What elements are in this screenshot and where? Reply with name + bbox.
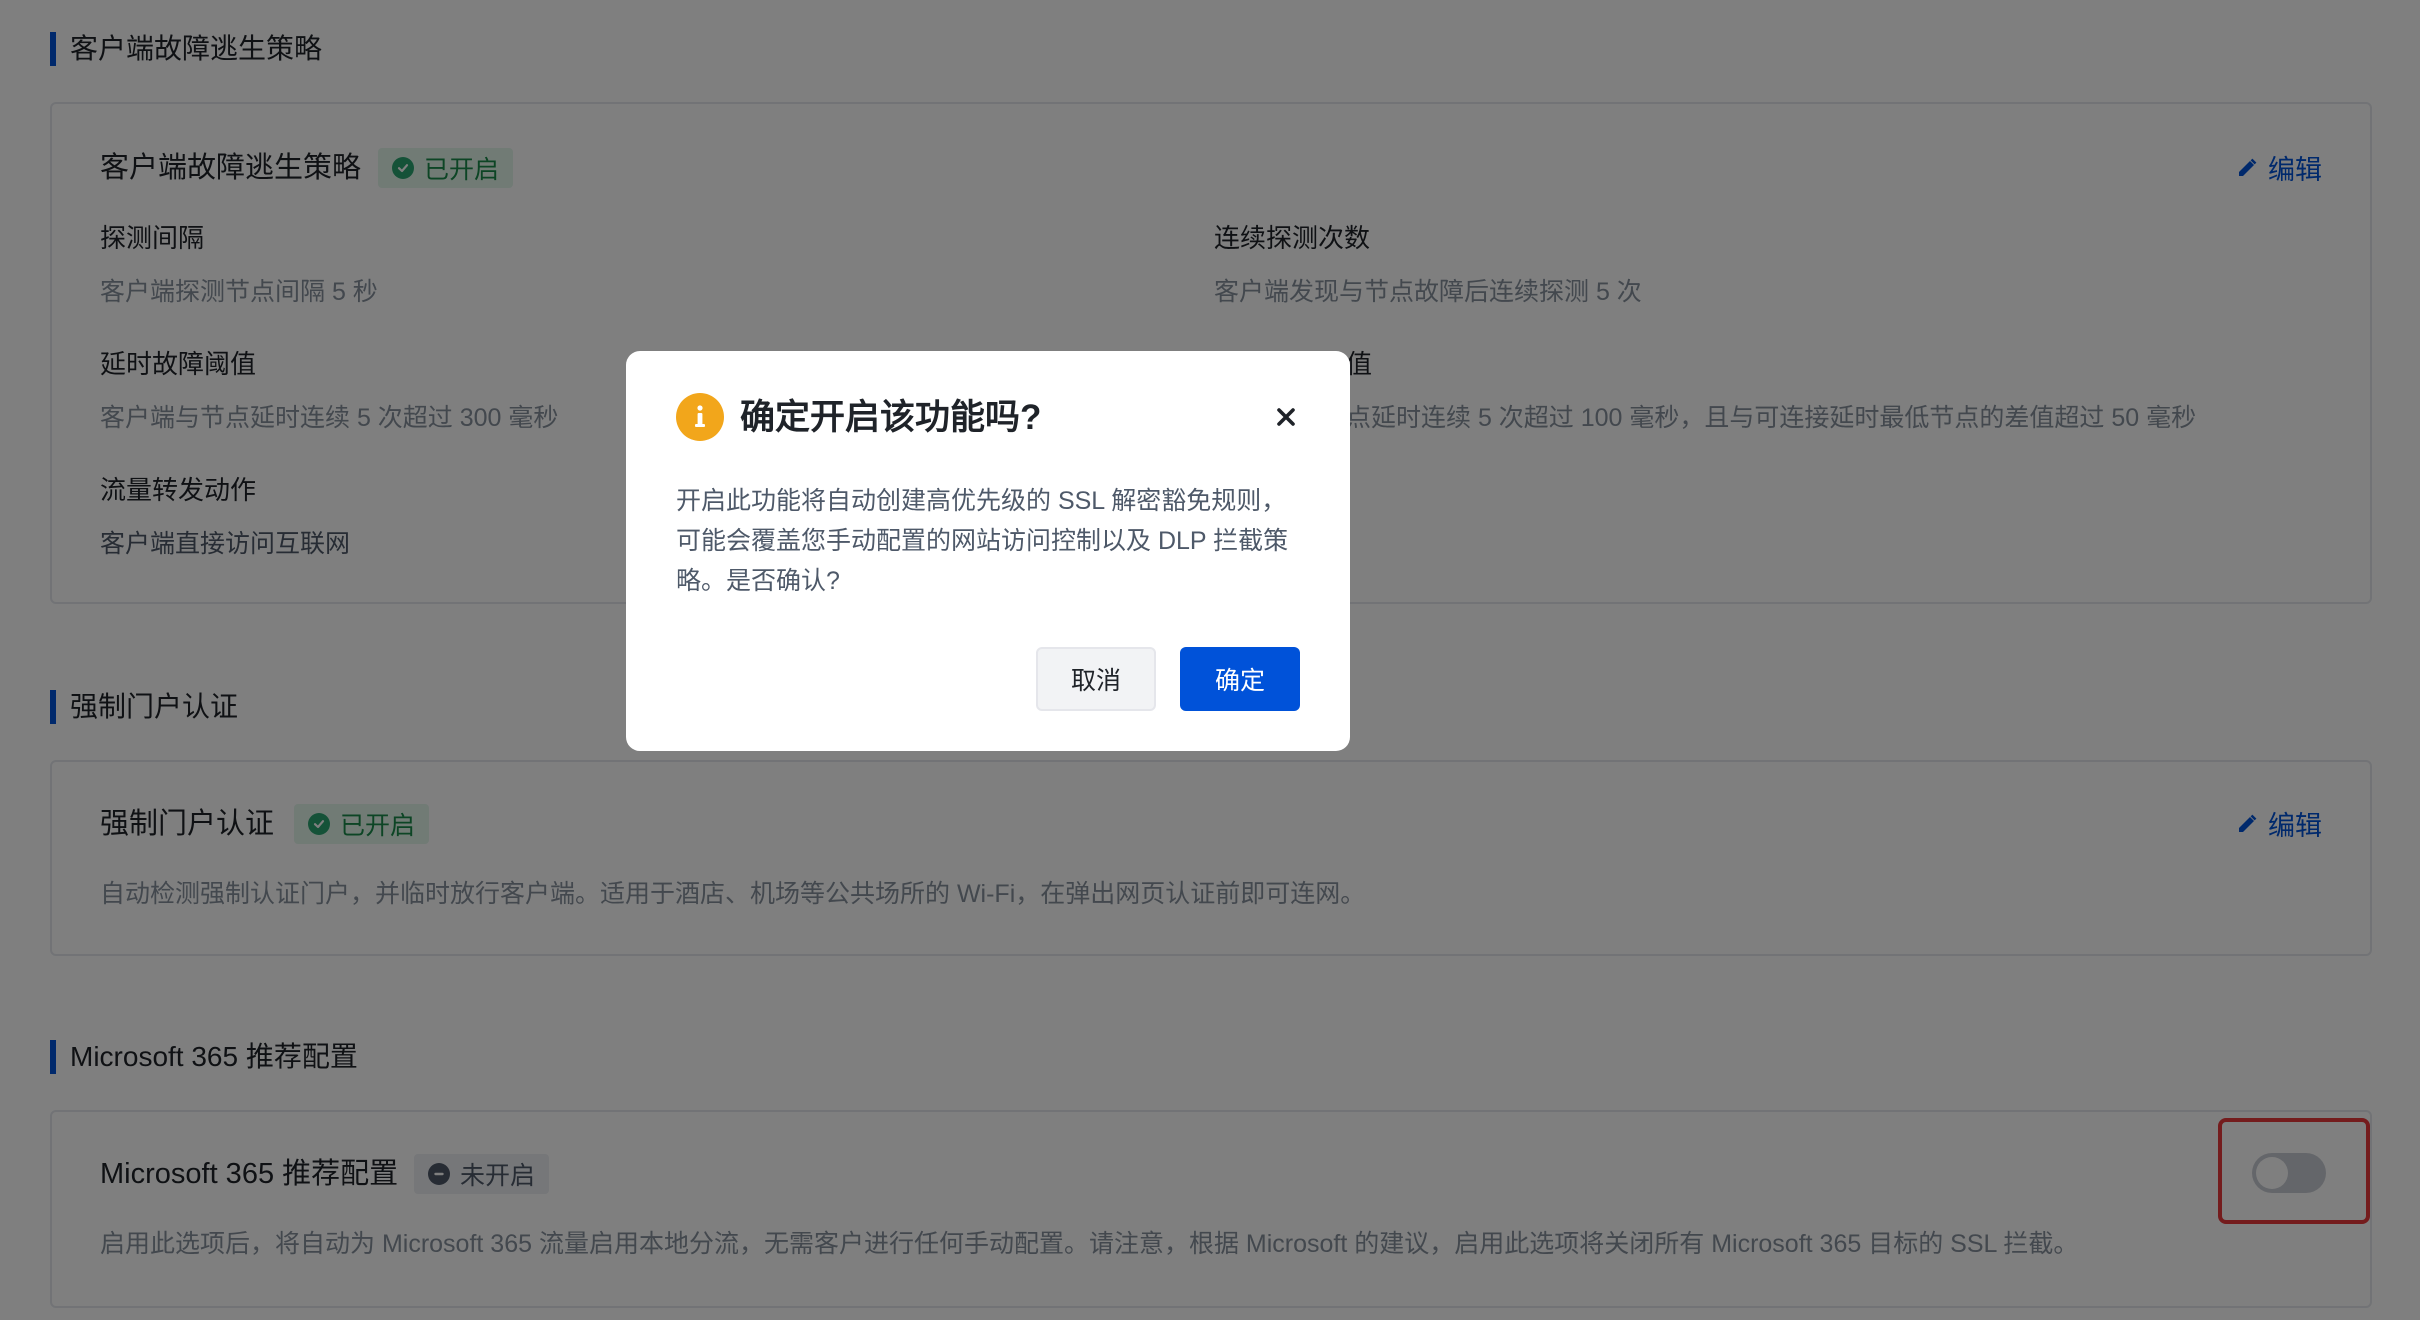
dialog-title: 确定开启该功能吗? xyxy=(740,398,1042,437)
close-icon[interactable] xyxy=(1270,401,1302,433)
confirm-button[interactable]: 确定 xyxy=(1180,647,1300,711)
dialog-body: 开启此功能将自动创建高优先级的 SSL 解密豁免规则，可能会覆盖您手动配置的网站… xyxy=(676,487,1289,595)
confirm-dialog: 确定开启该功能吗? 开启此功能将自动创建高优先级的 SSL 解密豁免规则，可能会… xyxy=(626,351,1350,751)
info-icon xyxy=(676,393,724,441)
cancel-button[interactable]: 取消 xyxy=(1036,647,1156,711)
